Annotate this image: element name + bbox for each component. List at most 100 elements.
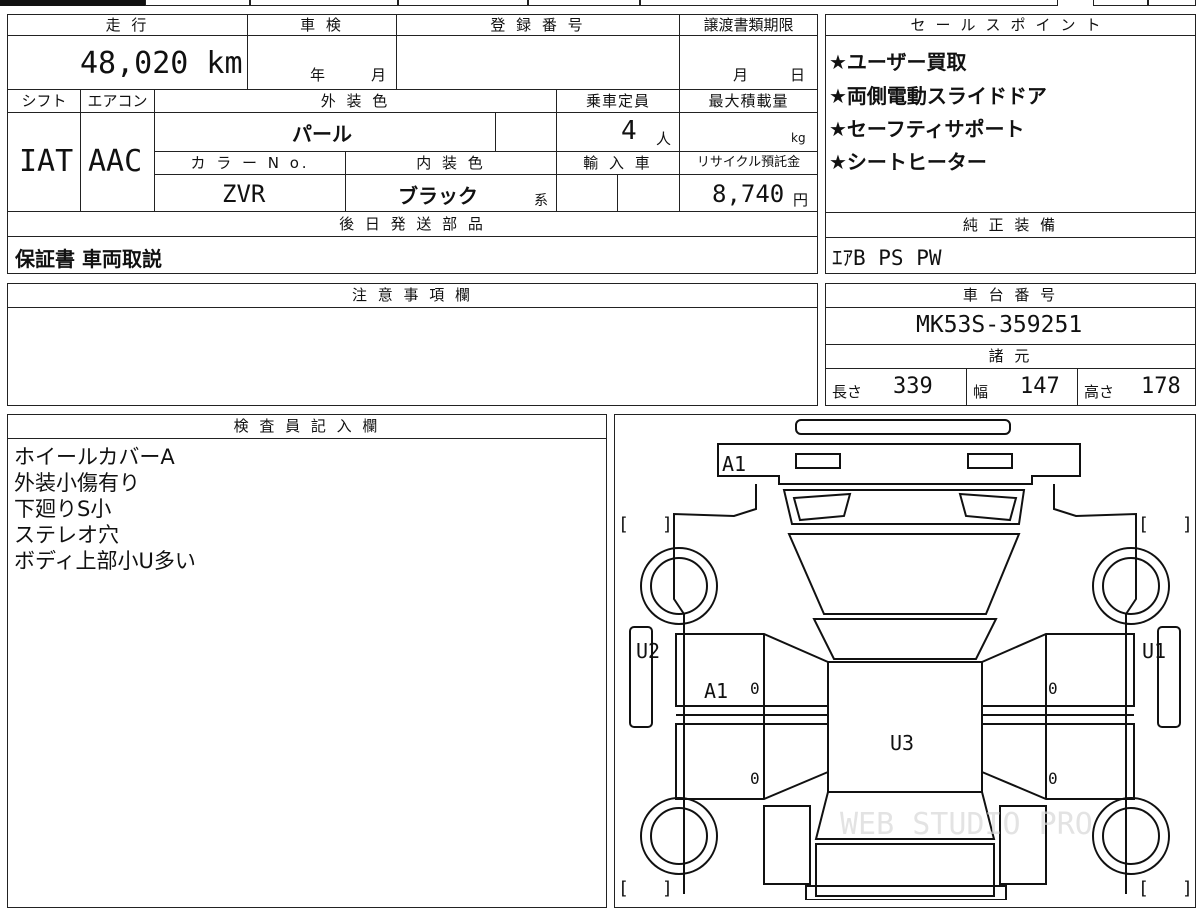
bracket-tl-close: ] xyxy=(662,514,673,535)
interior-color-header: 内 装 色 xyxy=(345,151,557,175)
inspector-header: 検 査 員 記 入 欄 xyxy=(7,414,607,439)
wheel-front-right xyxy=(1092,547,1170,625)
recycle-fee-value: 8,740 xyxy=(712,180,785,208)
sales-point-4: ★シートヒーター xyxy=(829,150,987,174)
wiper-slot-right xyxy=(958,492,1018,522)
sales-points-header: セールスポイント xyxy=(825,14,1196,36)
later-parts-value: 保証書 車両取説 xyxy=(15,247,162,271)
color-no-header: カ ラ ー N o. xyxy=(154,151,346,175)
rear-gate xyxy=(815,843,995,897)
transfer-deadline-header: 譲渡書類期限 xyxy=(679,14,818,36)
rear-bumper xyxy=(805,885,1007,900)
recycle-fee-unit: 円 xyxy=(793,191,809,209)
watermark: WEB STUDIO PRO xyxy=(840,807,1093,842)
max-load-unit: kg xyxy=(791,131,806,145)
front-bumper xyxy=(795,419,1011,435)
mark-zero-c: 0 xyxy=(750,769,760,788)
color-no-value: ZVR xyxy=(222,180,266,208)
mark-u2: U2 xyxy=(636,639,660,663)
capacity-unit: 人 xyxy=(656,130,672,148)
exterior-color-sub-cell xyxy=(495,112,557,152)
bracket-br-open: [ xyxy=(1138,878,1149,899)
capacity-header: 乗車定員 xyxy=(556,89,680,113)
mark-a1-left: A1 xyxy=(704,679,728,703)
chassis-header: 車 台 番 号 xyxy=(825,283,1196,308)
inspection-header: 車 検 xyxy=(247,14,397,36)
front-body xyxy=(717,443,1081,485)
mark-u3: U3 xyxy=(890,731,914,755)
rear-quarter-left xyxy=(763,805,811,885)
right-front-door xyxy=(981,633,1135,707)
wiper-slot-left xyxy=(792,492,852,522)
top-edge-box-7 xyxy=(1148,0,1196,6)
mileage-value: 48,020 km xyxy=(80,46,243,81)
inspector-line-2: 外装小傷有り xyxy=(14,471,140,495)
specs-length-label: 長さ xyxy=(832,383,863,401)
notes-header: 注 意 事 項 欄 xyxy=(7,283,818,308)
registration-header: 登 録 番 号 xyxy=(396,14,680,36)
later-parts-header: 後 日 発 送 部 品 xyxy=(7,211,818,237)
top-edge-box-4 xyxy=(528,0,640,6)
deadline-month-unit: 月 xyxy=(733,66,749,84)
top-edge-box-2 xyxy=(250,0,398,6)
specs-length-value: 339 xyxy=(893,374,933,399)
registration-cell xyxy=(396,35,680,90)
specs-height-value: 178 xyxy=(1141,374,1181,399)
sales-point-1: ★ユーザー買取 xyxy=(829,50,967,74)
bracket-br-close: ] xyxy=(1182,878,1193,899)
headlight-right xyxy=(967,453,1013,469)
interior-color-value: ブラック xyxy=(398,184,478,208)
aircon-header: エアコン xyxy=(80,89,155,113)
import-car-cell-b xyxy=(617,174,680,212)
aircon-value: AAC xyxy=(88,144,143,179)
roof-front xyxy=(812,618,998,660)
wheel-front-left xyxy=(640,547,718,625)
chassis-value: MK53S-359251 xyxy=(916,312,1083,338)
top-edge-box-5 xyxy=(640,0,1058,6)
mark-zero-d: 0 xyxy=(1048,769,1058,788)
inspector-line-3: 下廻りS小 xyxy=(14,497,112,521)
exterior-color-value: パール xyxy=(292,122,352,146)
bracket-tl-open: [ xyxy=(618,514,629,535)
windshield xyxy=(787,533,1021,615)
roof xyxy=(827,661,983,793)
sales-point-3: ★セーフティサポート xyxy=(829,117,1025,141)
genuine-equipment-value: ｴｱB PS PW xyxy=(832,246,942,270)
wheel-rear-right xyxy=(1092,797,1170,875)
mark-zero-b: 0 xyxy=(1048,679,1058,698)
import-car-header: 輸 入 車 xyxy=(556,151,680,175)
inspection-year-unit: 年 xyxy=(310,66,326,84)
specs-width-label: 幅 xyxy=(973,383,989,401)
right-rear-door xyxy=(981,723,1135,800)
inspector-line-1: ホイールカバーA xyxy=(14,445,175,469)
specs-height-label: 高さ xyxy=(1084,383,1115,401)
mileage-header: 走 行 xyxy=(7,14,248,36)
shift-header: シフト xyxy=(7,89,81,113)
wheel-rear-left xyxy=(640,797,718,875)
car-diagram: A1 U2 U1 A1 U3 0 0 0 0 [ ] [ ] [ ] [ ] W… xyxy=(618,419,1193,900)
specs-header: 諸 元 xyxy=(825,344,1196,369)
shift-value: IAT xyxy=(19,144,74,179)
inspector-line-4: ステレオ穴 xyxy=(14,523,119,547)
top-edge-box-3 xyxy=(398,0,528,6)
deadline-day-unit: 日 xyxy=(790,66,806,84)
notes-box xyxy=(7,307,818,406)
bracket-bl-close: ] xyxy=(662,878,673,899)
mark-a1-top: A1 xyxy=(722,452,746,476)
bracket-tr-open: [ xyxy=(1138,514,1149,535)
interior-color-suffix: 系 xyxy=(534,193,548,209)
max-load-header: 最大積載量 xyxy=(679,89,818,113)
headlight-left xyxy=(795,453,841,469)
import-car-cell-a xyxy=(556,174,618,212)
inspector-line-5: ボディ上部小U多い xyxy=(14,549,196,573)
bracket-tr-close: ] xyxy=(1182,514,1193,535)
sales-point-2: ★両側電動スライドドア xyxy=(829,84,1047,108)
wheel-rear-right-inner xyxy=(1102,807,1160,865)
recycle-fee-header: リサイクル預託金 xyxy=(679,151,818,175)
top-edge-bar xyxy=(0,0,145,6)
mark-u1: U1 xyxy=(1142,639,1166,663)
top-edge-box-1 xyxy=(145,0,250,6)
inspection-month-unit: 月 xyxy=(371,66,387,84)
exterior-color-header: 外 装 色 xyxy=(154,89,557,113)
top-edge-box-6 xyxy=(1093,0,1148,6)
